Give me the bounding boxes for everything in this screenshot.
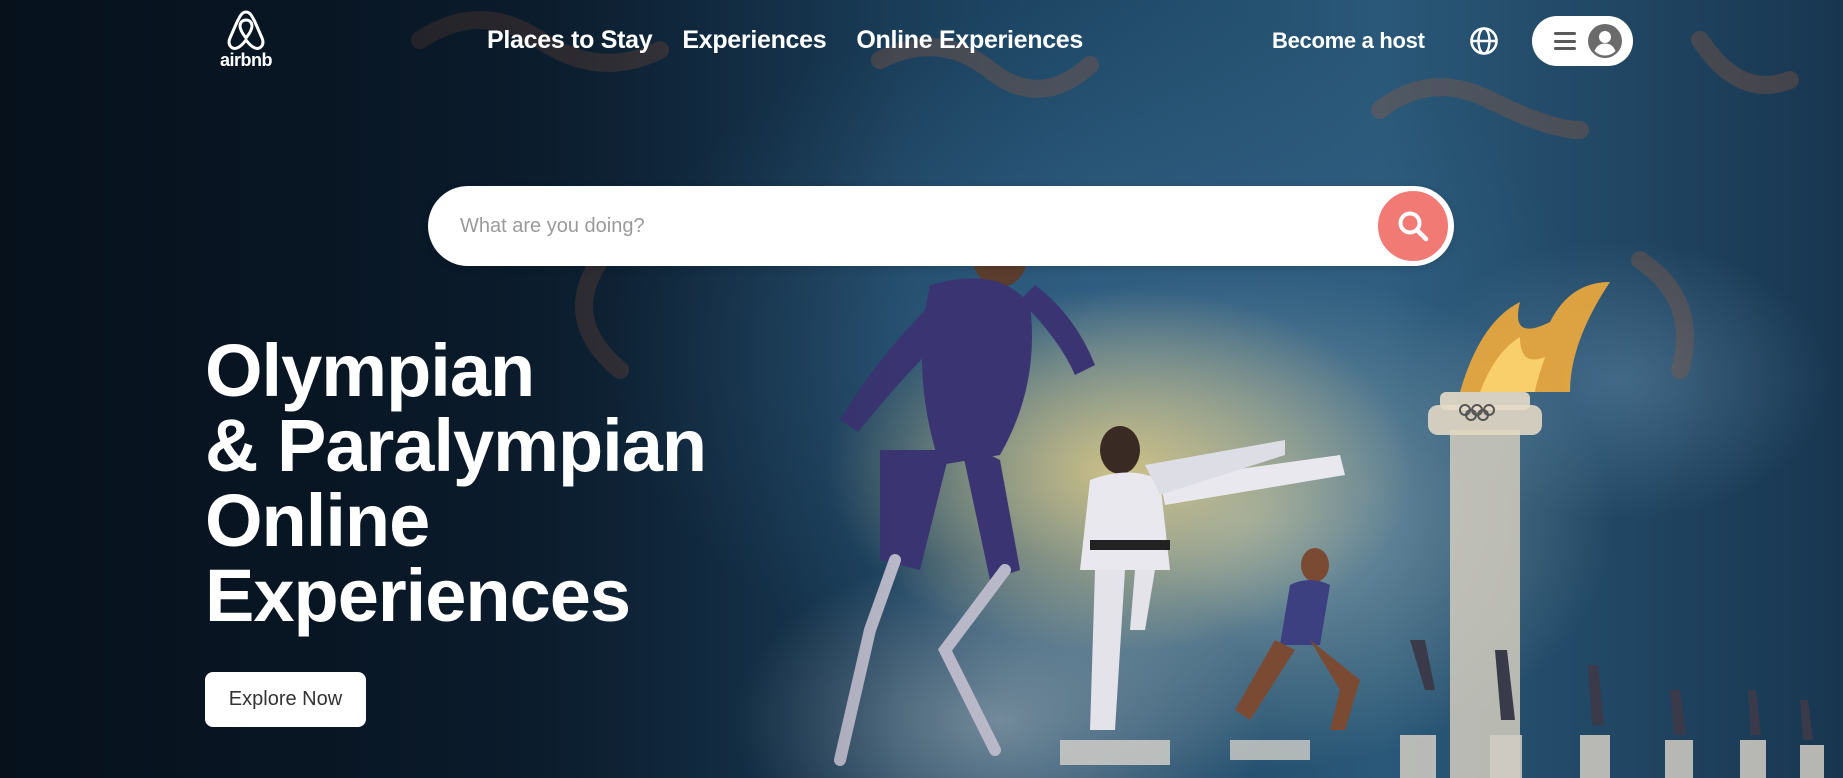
hero-headline: Olympian & Paralympian Online Experience… bbox=[205, 333, 765, 633]
airbnb-logo-icon bbox=[227, 10, 265, 50]
headline-line-2: & Paralympian bbox=[205, 404, 707, 487]
globe-icon[interactable] bbox=[1469, 26, 1499, 56]
user-menu-button[interactable] bbox=[1532, 16, 1633, 66]
main-nav: Places to Stay Experiences Online Experi… bbox=[487, 26, 1083, 55]
explore-now-button[interactable]: Explore Now bbox=[205, 672, 366, 727]
brand-name: airbnb bbox=[219, 50, 273, 70]
search-button[interactable] bbox=[1376, 189, 1450, 263]
headline-line-1: Olympian bbox=[205, 329, 535, 412]
nav-places-to-stay[interactable]: Places to Stay bbox=[487, 26, 653, 55]
user-avatar-icon bbox=[1588, 24, 1622, 58]
search-icon bbox=[1398, 211, 1429, 242]
airbnb-logo[interactable]: airbnb bbox=[215, 8, 277, 74]
hamburger-menu-icon bbox=[1554, 32, 1576, 50]
nav-online-experiences[interactable]: Online Experiences bbox=[856, 26, 1083, 55]
nav-experiences[interactable]: Experiences bbox=[682, 26, 826, 55]
headline-line-4: Experiences bbox=[205, 554, 631, 637]
headline-line-3: Online bbox=[205, 479, 430, 562]
become-host-link[interactable]: Become a host bbox=[1272, 28, 1425, 54]
search-bar bbox=[428, 186, 1454, 266]
search-input[interactable] bbox=[460, 186, 1360, 266]
